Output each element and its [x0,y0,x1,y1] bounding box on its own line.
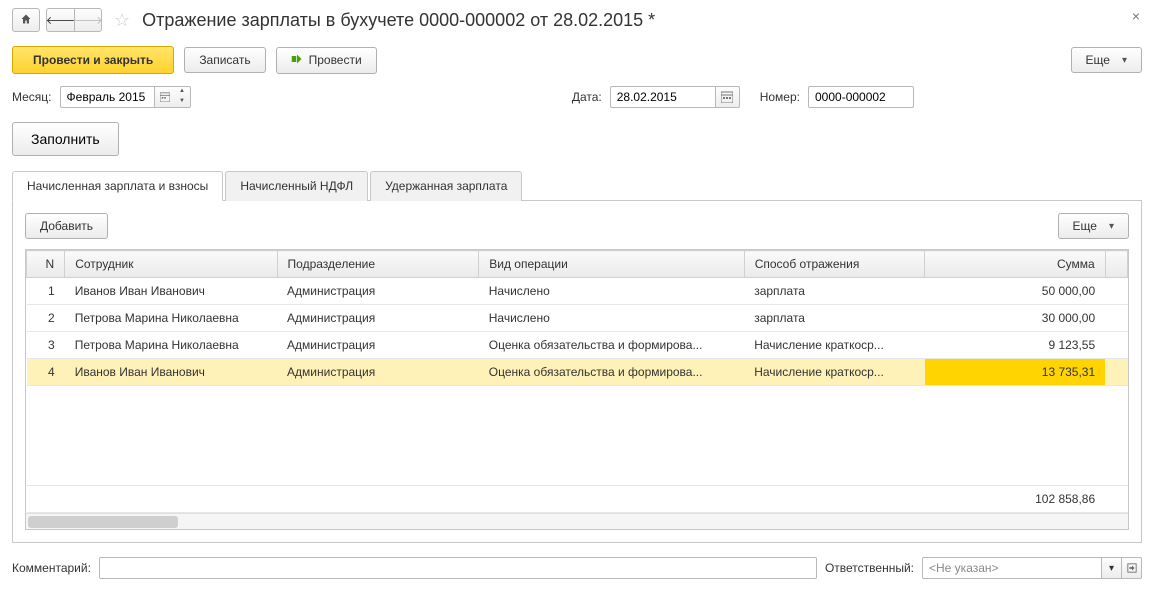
tab-accrued-salary[interactable]: Начисленная зарплата и взносы [12,171,223,201]
cell-operation: Начислено [479,278,744,305]
date-label: Дата: [572,90,602,104]
col-n[interactable]: N [27,251,65,278]
month-stepper[interactable]: ▲ ▼ [175,86,191,108]
post-and-close-button[interactable]: Провести и закрыть [12,46,174,74]
col-department[interactable]: Подразделение [277,251,479,278]
cell-n: 3 [27,332,65,359]
cell-operation: Начислено [479,305,744,332]
fill-button[interactable]: Заполнить [12,122,119,156]
cell-department: Администрация [277,332,479,359]
cell-employee: Иванов Иван Иванович [65,278,277,305]
scrollbar-thumb[interactable] [28,516,178,528]
total-sum: 102 858,86 [925,486,1105,513]
responsible-open-icon[interactable] [1122,557,1142,579]
col-sum[interactable]: Сумма [925,251,1105,278]
cell-department: Администрация [277,359,479,386]
cell-department: Администрация [277,305,479,332]
cell-reflection: Начисление краткоср... [744,332,924,359]
comment-label: Комментарий: [12,561,91,575]
more-button[interactable]: Еще [1071,47,1142,73]
col-reflection[interactable]: Способ отражения [744,251,924,278]
arrow-right-icon: 🡒 [73,13,103,27]
col-operation[interactable]: Вид операции [479,251,744,278]
save-button[interactable]: Записать [184,47,265,73]
cell-department: Администрация [277,278,479,305]
cell-reflection: зарплата [744,305,924,332]
cell-sum: 13 735,31 [925,359,1105,386]
col-employee[interactable]: Сотрудник [65,251,277,278]
close-icon[interactable]: × [1132,8,1140,24]
responsible-dropdown-icon[interactable]: ▾ [1102,557,1122,579]
back-button[interactable]: 🡐 [46,8,74,32]
cell-employee: Иванов Иван Иванович [65,359,277,386]
cell-n: 1 [27,278,65,305]
number-label: Номер: [760,90,800,104]
month-label: Месяц: [12,90,52,104]
page-title: Отражение зарплаты в бухучете 0000-00000… [142,10,655,31]
cell-n: 2 [27,305,65,332]
responsible-label: Ответственный: [825,561,914,575]
month-up-icon[interactable]: ▲ [175,87,190,97]
cell-extra [1105,359,1127,386]
horizontal-scrollbar[interactable] [26,513,1128,529]
month-down-icon[interactable]: ▼ [175,97,190,107]
table-row[interactable]: 3Петрова Марина НиколаевнаАдминистрацияО… [27,332,1128,359]
comment-field[interactable] [99,557,817,579]
cell-extra [1105,332,1127,359]
cell-operation: Оценка обязательства и формирова... [479,332,744,359]
cell-extra [1105,278,1127,305]
cell-extra [1105,305,1127,332]
favorite-icon[interactable]: ☆ [114,10,130,31]
cell-n: 4 [27,359,65,386]
cell-operation: Оценка обязательства и формирова... [479,359,744,386]
month-calendar-icon[interactable] [155,86,175,108]
home-icon [20,13,32,28]
arrow-left-icon: 🡐 [46,13,76,27]
post-button-label: Провести [309,53,362,67]
cell-employee: Петрова Марина Николаевна [65,305,277,332]
post-icon [291,53,303,68]
forward-button[interactable]: 🡒 [74,8,102,32]
cell-sum: 50 000,00 [925,278,1105,305]
cell-reflection: зарплата [744,278,924,305]
cell-employee: Петрова Марина Николаевна [65,332,277,359]
cell-reflection: Начисление краткоср... [744,359,924,386]
table-row[interactable]: 1Иванов Иван ИвановичАдминистрацияНачисл… [27,278,1128,305]
table-row[interactable]: 2Петрова Марина НиколаевнаАдминистрацияН… [27,305,1128,332]
cell-sum: 30 000,00 [925,305,1105,332]
col-extra[interactable] [1105,251,1127,278]
date-field[interactable] [610,86,716,108]
tab-accrued-ndfl[interactable]: Начисленный НДФЛ [225,171,368,201]
cell-sum: 9 123,55 [925,332,1105,359]
tab-withheld-salary[interactable]: Удержанная зарплата [370,171,522,201]
number-field[interactable] [808,86,914,108]
add-button[interactable]: Добавить [25,213,108,239]
home-button[interactable] [12,8,40,32]
post-button[interactable]: Провести [276,47,377,74]
table-row[interactable]: 4Иванов Иван ИвановичАдминистрацияОценка… [27,359,1128,386]
month-field[interactable] [60,86,155,108]
responsible-field[interactable] [922,557,1102,579]
date-calendar-icon[interactable] [716,86,740,108]
panel-more-button[interactable]: Еще [1058,213,1129,239]
